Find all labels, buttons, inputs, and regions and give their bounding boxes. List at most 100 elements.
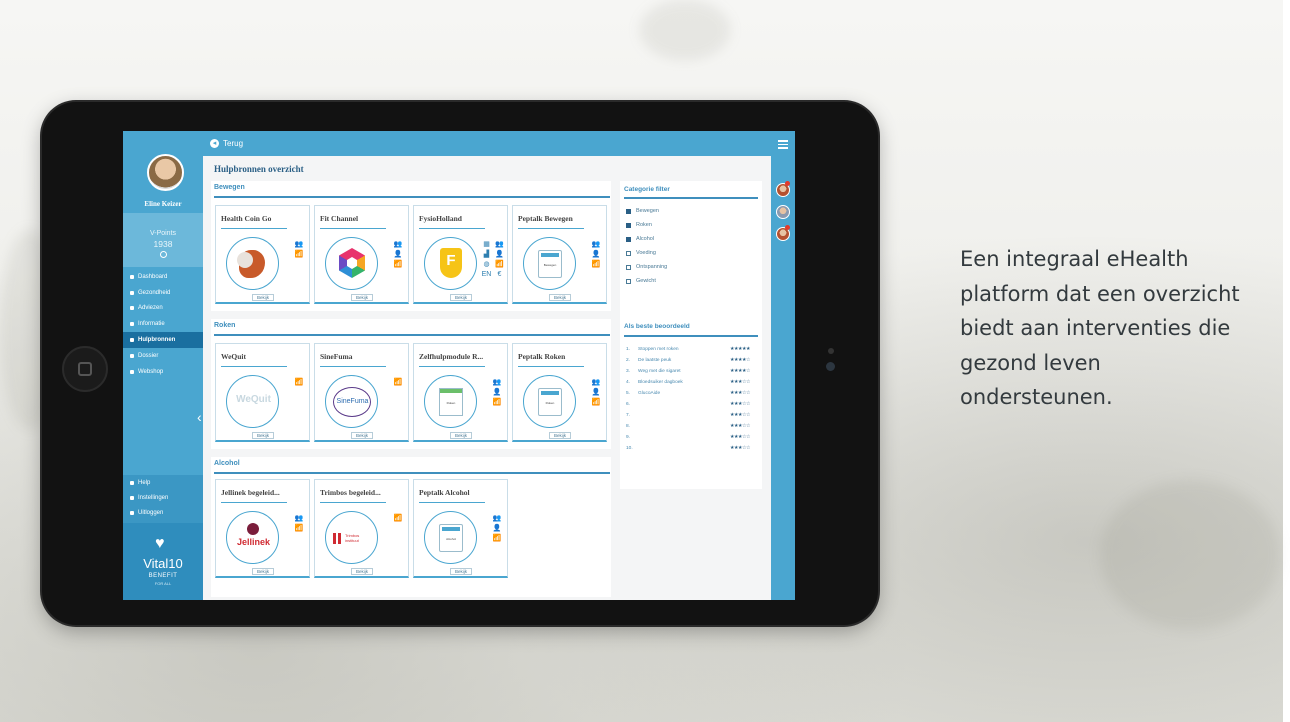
resource-card-peptalk-alcohol[interactable]: Peptalk Alcohol Alcohol 👥 👤 📶 Bekijk bbox=[413, 479, 508, 578]
star-rating: ★★★☆☆ bbox=[730, 391, 751, 396]
resource-card-trimbos[interactable]: Trimbos begeleid... Trimbos instituut 📶 … bbox=[314, 479, 409, 578]
resource-card-peptalk-roken[interactable]: Peptalk Roken Roken 👥 👤 📶 Bekijk bbox=[512, 343, 607, 442]
people-icon: 👥 bbox=[393, 241, 403, 248]
people-icon: 👥 bbox=[591, 241, 601, 248]
wequit-logo: WeQuit bbox=[226, 375, 279, 428]
euro-icon: € bbox=[497, 271, 502, 278]
rank-name: Weg met die sigaret bbox=[638, 369, 681, 374]
section-title: Roken bbox=[214, 322, 236, 329]
sidebar-item-dashboard[interactable]: Dashboard bbox=[123, 269, 203, 285]
resource-card-fit-channel[interactable]: Fit Channel 👥 👤 📶 Bekijk bbox=[314, 205, 409, 304]
wifi-icon: 📶 bbox=[393, 515, 403, 522]
checkbox-checked[interactable] bbox=[626, 208, 631, 214]
rank-number: 1. bbox=[626, 347, 631, 352]
bekijk-button[interactable]: Bekijk bbox=[252, 568, 274, 575]
people-icon: 👥 bbox=[495, 241, 504, 248]
resource-card-health-coin-go[interactable]: Health Coin Go 👥 📶 Bekijk bbox=[215, 205, 310, 304]
rank-number: 10. bbox=[626, 446, 633, 451]
star-rating: ★★★☆☆ bbox=[730, 402, 751, 407]
filter-roken[interactable]: Roken bbox=[626, 222, 652, 228]
page-title: Hulpbronnen overzicht bbox=[214, 164, 304, 174]
logo-shape: Roken bbox=[538, 388, 562, 416]
vpoints-toggle-icon[interactable] bbox=[160, 251, 167, 258]
checkbox[interactable] bbox=[626, 250, 631, 256]
bekijk-button[interactable]: Bekijk bbox=[450, 294, 472, 301]
wifi-icon: 📶 bbox=[591, 261, 601, 268]
panel-divider bbox=[624, 335, 758, 337]
tree-shadow bbox=[640, 0, 730, 60]
resource-card-zelfhulpmodule[interactable]: Zelfhulpmodule R... Roken 👥 👤 📶 Bekijk bbox=[413, 343, 508, 442]
vpoints-label: V-Points bbox=[149, 230, 177, 237]
filter-gewicht[interactable]: Gewicht bbox=[626, 278, 656, 284]
notification-badge bbox=[785, 181, 790, 186]
card-features: ▦ 👥 ▟ 👤 ◍ 📶 EN € bbox=[480, 240, 506, 280]
collapse-arrow-icon[interactable]: ‹ bbox=[197, 409, 202, 425]
back-button[interactable]: ◂ Terug bbox=[210, 139, 243, 148]
panel-divider bbox=[624, 197, 758, 199]
checkbox-checked[interactable] bbox=[626, 222, 631, 228]
resource-card-wequit[interactable]: WeQuit WeQuit 📶 Bekijk bbox=[215, 343, 310, 442]
wifi-icon: 📶 bbox=[492, 399, 502, 406]
card-features: 👥 👤 📶 bbox=[391, 240, 405, 270]
checkbox[interactable] bbox=[626, 278, 631, 284]
resource-card-fysioholland[interactable]: FysioHolland F ▦ 👥 ▟ 👤 ◍ 📶 EN € Bekijk bbox=[413, 205, 508, 304]
sidebar-item-instellingen[interactable]: Instellingen bbox=[123, 490, 203, 505]
bekijk-button[interactable]: Bekijk bbox=[351, 432, 373, 439]
filter-label: Bewegen bbox=[636, 208, 659, 214]
filter-voeding[interactable]: Voeding bbox=[626, 250, 656, 256]
star-rating: ★★★☆☆ bbox=[730, 446, 751, 451]
menu-button[interactable] bbox=[778, 140, 788, 151]
fit-channel-logo bbox=[325, 237, 378, 290]
filter-label: Alcohol bbox=[636, 236, 655, 242]
wifi-icon: 📶 bbox=[393, 379, 403, 386]
sidebar-item-dossier[interactable]: Dossier bbox=[123, 348, 203, 364]
sidebar-nav: Dashboard Gezondheid Adviezen Informatie… bbox=[123, 269, 203, 380]
home-square-icon bbox=[78, 362, 92, 376]
checkbox-checked[interactable] bbox=[626, 236, 631, 242]
sidebar-item-uitloggen[interactable]: Uitloggen bbox=[123, 505, 203, 520]
bekijk-button[interactable]: Bekijk bbox=[252, 294, 274, 301]
user-name: Eline Keizer bbox=[144, 200, 182, 208]
bekijk-button[interactable]: Bekijk bbox=[549, 294, 571, 301]
jellinek-logo: Jellinek bbox=[226, 511, 279, 564]
filter-ontspanning[interactable]: Ontspanning bbox=[626, 264, 667, 270]
bekijk-button[interactable]: Bekijk bbox=[450, 432, 472, 439]
filter-alcohol[interactable]: Alcohol bbox=[626, 236, 654, 242]
card-title: Fit Channel bbox=[320, 214, 359, 223]
avatar[interactable] bbox=[147, 154, 184, 191]
resource-card-peptalk-bewegen[interactable]: Peptalk Bewegen Bewegen 👥 👤 📶 Bekijk bbox=[512, 205, 607, 304]
filter-label: Gewicht bbox=[636, 278, 656, 284]
contact-avatar[interactable] bbox=[776, 205, 790, 219]
card-divider bbox=[221, 228, 287, 229]
bekijk-button[interactable]: Bekijk bbox=[351, 294, 373, 301]
sidebar-item-help[interactable]: Help bbox=[123, 475, 203, 490]
sidebar-item-gezondheid[interactable]: Gezondheid bbox=[123, 285, 203, 301]
rank-name: Stoppen met roken bbox=[638, 347, 679, 352]
checkbox[interactable] bbox=[626, 264, 631, 270]
star-rating: ★★★★★ bbox=[730, 347, 751, 352]
sidebar-item-hulpbronnen[interactable]: Hulpbronnen bbox=[123, 332, 203, 348]
sidebar-item-adviezen[interactable]: Adviezen bbox=[123, 301, 203, 317]
rank-number: 7. bbox=[626, 413, 631, 418]
rank-number: 2. bbox=[626, 358, 631, 363]
peptalk-logo: Alcohol bbox=[424, 511, 477, 564]
resource-card-sinefuma[interactable]: SineFuma SineFuma 📶 Bekijk bbox=[314, 343, 409, 442]
sidebar-item-label: Uitloggen bbox=[138, 509, 164, 516]
bekijk-button[interactable]: Bekijk bbox=[450, 568, 472, 575]
help-icon bbox=[130, 480, 134, 485]
bekijk-button[interactable]: Bekijk bbox=[252, 432, 274, 439]
bekijk-button[interactable]: Bekijk bbox=[351, 568, 373, 575]
sidebar-item-informatie[interactable]: Informatie bbox=[123, 316, 203, 332]
category-filter-title: Categorie filter bbox=[624, 186, 670, 193]
card-divider bbox=[419, 228, 485, 229]
filter-bewegen[interactable]: Bewegen bbox=[626, 208, 659, 214]
card-features: 👥 👤 📶 bbox=[490, 514, 504, 544]
bekijk-button[interactable]: Bekijk bbox=[549, 432, 571, 439]
resource-card-jellinek[interactable]: Jellinek begeleid... Jellinek 👥 📶 Bekijk bbox=[215, 479, 310, 578]
sidebar-item-webshop[interactable]: Webshop bbox=[123, 364, 203, 380]
heart-icon bbox=[130, 290, 134, 295]
sidebar: Eline Keizer V-Points 1938 Dashboard Gez… bbox=[123, 131, 203, 600]
logo-text: Bewegen bbox=[543, 263, 557, 267]
logo-shape bbox=[440, 389, 462, 393]
info-icon bbox=[130, 322, 134, 327]
